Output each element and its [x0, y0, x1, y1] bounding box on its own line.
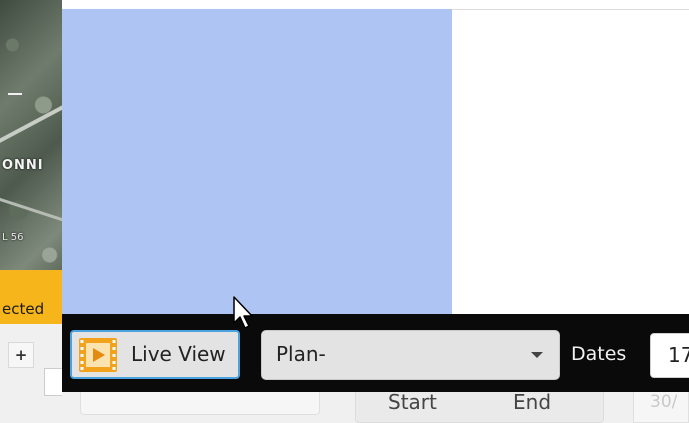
- map-view[interactable]: ONNI L 56: [0, 0, 62, 300]
- map-scale-mark: [8, 93, 22, 95]
- selection-area[interactable]: [62, 9, 452, 315]
- start-column-header[interactable]: Start: [388, 390, 437, 414]
- selected-banner: ected: [0, 270, 62, 324]
- end-column-header[interactable]: End: [513, 390, 551, 414]
- divider: [452, 9, 689, 10]
- map-road: [0, 99, 62, 145]
- disabled-date-value: 30/: [650, 392, 678, 412]
- chevron-down-icon[interactable]: [531, 352, 543, 358]
- live-view-label: Live View: [131, 342, 226, 366]
- map-road: [0, 196, 62, 227]
- mouse-cursor-icon: [233, 296, 253, 329]
- dates-label: Dates: [571, 343, 627, 365]
- map-label: L 56: [2, 232, 24, 243]
- selected-banner-text: ected: [2, 300, 45, 318]
- start-date-value: 17: [668, 343, 689, 367]
- left-panel-field[interactable]: [44, 368, 62, 396]
- map-label: ONNI: [2, 158, 44, 173]
- add-button[interactable]: +: [8, 342, 34, 368]
- film-play-icon: [79, 338, 117, 372]
- plan-select-value: Plan-: [276, 342, 326, 366]
